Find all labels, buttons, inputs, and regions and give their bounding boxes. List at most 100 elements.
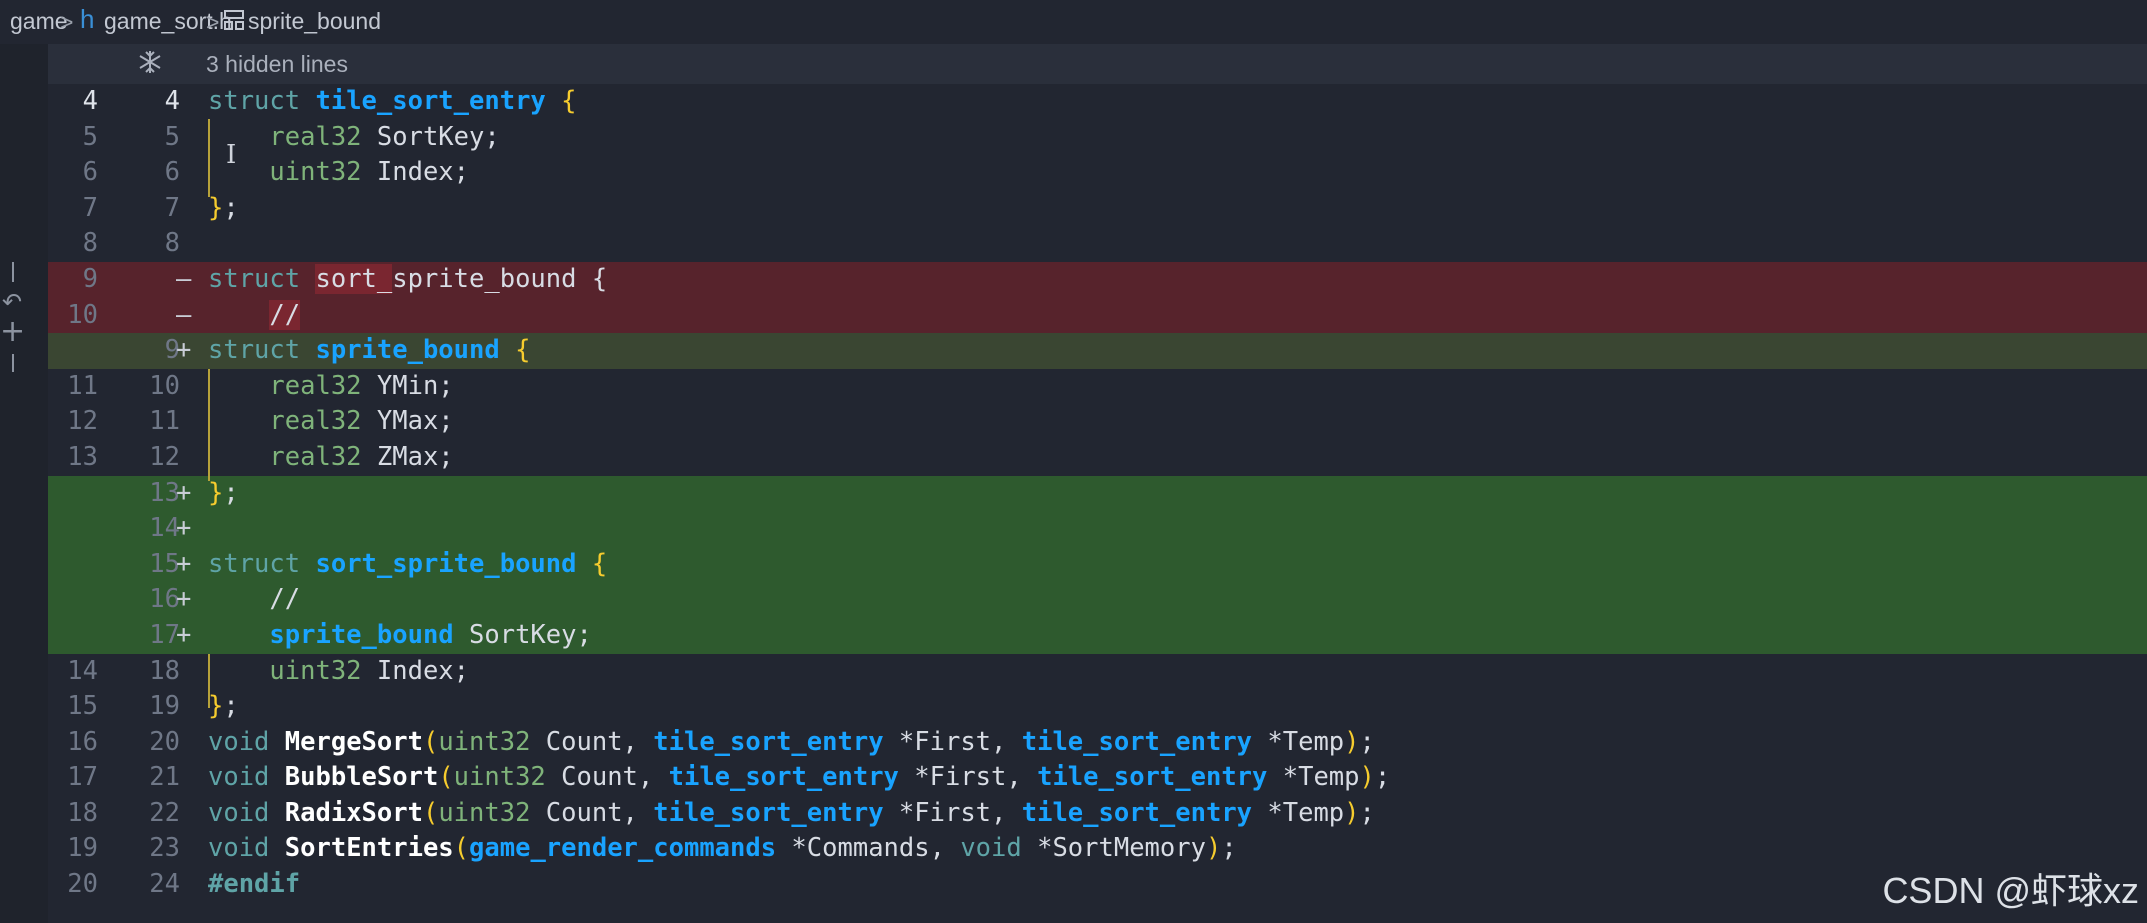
code-line[interactable]: 14 18 uint32 Index;: [48, 654, 2147, 690]
code-token: tile_sort_entry: [668, 762, 899, 793]
code-text[interactable]: void SortEntries(game_render_commands *C…: [208, 831, 1237, 867]
breadcrumb-item-folder[interactable]: game: [10, 8, 68, 35]
code-token: *Temp: [1252, 797, 1345, 828]
code-text[interactable]: real32 ZMax;: [208, 440, 454, 476]
code-token: ;: [1359, 726, 1375, 757]
added-line[interactable]: 16 + //: [48, 582, 2147, 618]
code-token: *First,: [883, 726, 1022, 757]
code-text[interactable]: };: [208, 476, 239, 512]
code-token: SortEntries: [284, 833, 454, 864]
code-token: ;: [1221, 833, 1237, 864]
code-text[interactable]: struct tile_sort_entry {: [208, 84, 577, 120]
code-text[interactable]: };: [208, 191, 239, 227]
original-line-number: 12: [67, 406, 98, 437]
breadcrumb: game > h game_sort.h > sprite_bound: [0, 0, 2147, 44]
code-token: struct: [208, 263, 301, 294]
code-line[interactable]: 5 5 real32 SortKey;: [48, 120, 2147, 156]
added-line[interactable]: 9 + struct sprite_bound {: [48, 333, 2147, 369]
code-text[interactable]: real32 SortKey;: [208, 120, 499, 156]
code-text[interactable]: uint32 Index;: [208, 654, 469, 690]
code-token: *Commands,: [776, 833, 961, 864]
code-text[interactable]: void BubbleSort(uint32 Count, tile_sort_…: [208, 760, 1390, 796]
original-line-number: 15: [67, 691, 98, 722]
added-line[interactable]: 13 +};: [48, 475, 2147, 512]
code-token: struct: [208, 335, 301, 366]
code-text[interactable]: real32 YMin;: [208, 369, 453, 405]
code-token: void: [208, 833, 270, 864]
code-line[interactable]: 6 6 uint32 Index;: [48, 155, 2147, 191]
code-token: ZMax;: [361, 441, 454, 472]
code-text[interactable]: void MergeSort(uint32 Count, tile_sort_e…: [208, 725, 1375, 761]
code-text[interactable]: };: [208, 689, 239, 725]
code-text[interactable]: void RadixSort(uint32 Count, tile_sort_e…: [208, 796, 1375, 832]
code-token: ): [1344, 797, 1360, 828]
code-token: uint32: [453, 762, 546, 793]
added-line[interactable]: 17 + sprite_bound SortKey;: [48, 617, 2147, 654]
code-text[interactable]: struct sprite_bound {: [208, 333, 530, 369]
code-token: uint32: [438, 726, 531, 757]
code-token: //: [208, 584, 301, 615]
modified-line-number: 4: [164, 86, 180, 116]
code-line[interactable]: 7 7};: [48, 191, 2147, 227]
code-line[interactable]: 16 20 void MergeSort(uint32 Count, tile_so…: [48, 725, 2147, 761]
code-token: sprite_bound: [269, 619, 454, 650]
code-token: }: [208, 192, 224, 223]
hidden-lines-label[interactable]: 3 hidden lines: [206, 51, 348, 78]
code-text[interactable]: struct sort_sprite_bound {: [208, 262, 607, 298]
inline-diff-controls[interactable]: ↶ +: [0, 262, 30, 372]
removed-marker: —: [176, 299, 192, 330]
hidden-lines-bar[interactable]: 3 hidden lines: [48, 44, 2147, 84]
code-text[interactable]: //: [208, 582, 300, 618]
code-token: }: [208, 691, 224, 722]
code-token: tile_sort_entry: [315, 86, 546, 116]
modified-gutter-bar: [208, 369, 210, 481]
code-line[interactable]: 18 22 void RadixSort(uint32 Count, tile_so…: [48, 796, 2147, 832]
diff-range-divider: [12, 262, 14, 282]
code-text[interactable]: struct sort_sprite_bound {: [208, 547, 607, 583]
code-line[interactable]: 4 4 struct tile_sort_entry {: [48, 84, 2147, 120]
code-line[interactable]: 11 10 real32 YMin;: [48, 369, 2147, 405]
deleted-line[interactable]: 10 — //: [48, 297, 2147, 334]
code-token: sprite_bound: [315, 335, 500, 366]
code-line[interactable]: 19 23 void SortEntries(game_render_command…: [48, 831, 2147, 867]
code-line[interactable]: 15 19};: [48, 689, 2147, 725]
code-line[interactable]: 88: [48, 226, 2147, 262]
code-token: {: [591, 548, 608, 579]
breadcrumb-item-symbol[interactable]: sprite_bound: [248, 8, 381, 35]
added-marker: +: [176, 619, 192, 650]
code-line[interactable]: 17 21 void BubbleSort(uint32 Count, tile_s…: [48, 760, 2147, 796]
modified-line-number: 11: [149, 406, 180, 437]
original-line-number: 10: [67, 299, 98, 330]
code-line[interactable]: 20 24 #endif: [48, 867, 2147, 903]
deleted-line[interactable]: 9 — struct sort_sprite_bound {: [48, 261, 2147, 298]
modified-line-number: 20: [149, 726, 180, 757]
fold-expand-icon[interactable]: [136, 48, 164, 82]
code-text[interactable]: real32 YMax;: [208, 404, 453, 440]
original-line-number: 9: [82, 263, 98, 294]
modified-line-number: 23: [149, 833, 180, 864]
code-text[interactable]: //: [208, 298, 301, 334]
original-line-number: 17: [67, 762, 98, 793]
code-line[interactable]: 12 11 real32 YMax;: [48, 404, 2147, 440]
diff-editor[interactable]: 4 4 struct tile_sort_entry {5 5 real32 Sort…: [48, 84, 2147, 903]
original-line-number: 18: [67, 797, 98, 828]
code-line[interactable]: 13 12 real32 ZMax;: [48, 440, 2147, 476]
stage-change-icon[interactable]: +: [0, 314, 25, 349]
added-line[interactable]: 15 + struct sort_sprite_bound {: [48, 546, 2147, 583]
code-token: game_render_commands: [469, 833, 777, 864]
editor-left-gutter: [0, 44, 48, 923]
code-text[interactable]: #endif: [208, 867, 300, 903]
code-text[interactable]: sprite_bound SortKey;: [208, 618, 591, 654]
code-token: sort_sprite_bound: [315, 548, 577, 579]
chevron-right-icon: >: [60, 9, 74, 35]
added-line[interactable]: 14 +: [48, 511, 2147, 547]
code-text[interactable]: uint32 Index;: [208, 155, 469, 191]
modified-line-number: 13: [149, 477, 180, 508]
revert-change-icon[interactable]: ↶: [2, 288, 22, 316]
code-token: (: [422, 797, 439, 828]
